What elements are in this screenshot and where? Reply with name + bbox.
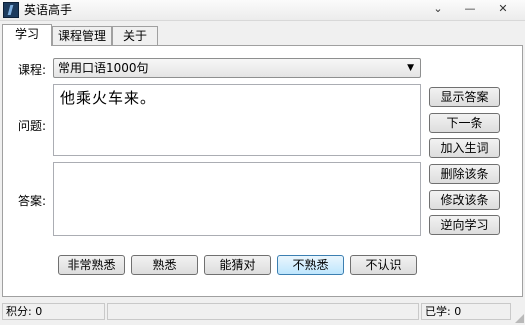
reverse-study-button[interactable]: 逆向学习: [429, 215, 500, 235]
minimize-button[interactable]: —: [459, 0, 481, 18]
question-text: 他乘火车来。: [60, 89, 157, 107]
status-bar: 积分: 0 已学: 0: [0, 299, 525, 325]
course-select-value: 常用口语1000句: [58, 61, 149, 75]
add-word-button[interactable]: 加入生词: [429, 138, 500, 158]
delete-entry-button[interactable]: 删除该条: [429, 164, 500, 184]
show-answer-button[interactable]: 显示答案: [429, 87, 500, 107]
learned-status: 已学: 0: [421, 303, 511, 320]
tab-study[interactable]: 学习: [2, 24, 52, 46]
status-spacer: [107, 303, 419, 320]
course-select[interactable]: 常用口语1000句 ▼: [53, 58, 421, 78]
familiar-button[interactable]: 熟悉: [131, 255, 198, 275]
guessable-button[interactable]: 能猜对: [204, 255, 271, 275]
tab-about[interactable]: 关于: [112, 26, 158, 45]
edit-entry-button[interactable]: 修改该条: [429, 190, 500, 210]
very-familiar-button[interactable]: 非常熟悉: [58, 255, 125, 275]
app-icon: [3, 2, 19, 18]
dropdown-icon[interactable]: ⌄: [427, 0, 449, 18]
close-button[interactable]: ✕: [492, 0, 514, 18]
course-label: 课程:: [18, 63, 47, 77]
tab-course-management[interactable]: 课程管理: [52, 26, 112, 45]
resize-grip-icon[interactable]: [514, 313, 524, 323]
answer-label: 答案:: [18, 194, 47, 208]
question-label: 问题:: [18, 119, 47, 133]
window-title: 英语高手: [24, 3, 73, 17]
title-bar: 英语高手 ⌄ — ✕: [0, 0, 525, 21]
question-textbox[interactable]: 他乘火车来。: [53, 84, 421, 156]
main-window: 英语高手 ⌄ — ✕ 学习 课程管理 关于 课程: 常用口语1000句 ▼ 问题…: [0, 0, 525, 325]
unknown-button[interactable]: 不认识: [350, 255, 417, 275]
answer-textbox[interactable]: [53, 162, 421, 236]
score-status: 积分: 0: [2, 303, 105, 320]
next-button[interactable]: 下一条: [429, 113, 500, 133]
unfamiliar-button[interactable]: 不熟悉: [277, 255, 344, 275]
chevron-down-icon: ▼: [407, 63, 414, 73]
